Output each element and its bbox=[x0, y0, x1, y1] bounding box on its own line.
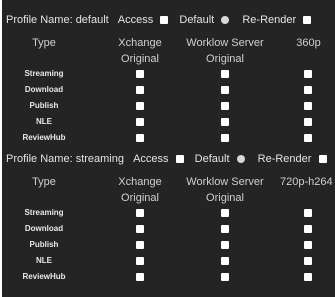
row-label-download: Download bbox=[24, 85, 64, 94]
column-header-worklow-server: Worklow Server bbox=[186, 37, 264, 49]
row-label-nle: NLE bbox=[36, 117, 52, 126]
default-label: Default bbox=[194, 153, 230, 165]
checkbox-download-xchange[interactable] bbox=[136, 225, 144, 233]
checkbox-publish-worklow[interactable] bbox=[221, 102, 229, 110]
default-radio[interactable] bbox=[221, 16, 230, 24]
row-label-nle: NLE bbox=[36, 256, 52, 265]
checkbox-download-resolution[interactable] bbox=[304, 86, 312, 94]
profile-name-label: Profile Name: streaming bbox=[6, 153, 124, 165]
row-label-publish: Publish bbox=[29, 101, 59, 110]
checkbox-publish-resolution[interactable] bbox=[304, 102, 312, 110]
default-radio[interactable] bbox=[236, 155, 245, 163]
checkbox-nle-resolution[interactable] bbox=[304, 118, 312, 126]
column-header-resolution: 720p-h264 bbox=[280, 176, 333, 188]
access-checkbox[interactable] bbox=[175, 155, 184, 163]
access-checkbox[interactable] bbox=[160, 16, 169, 24]
row-label-download: Download bbox=[24, 224, 64, 233]
column-subheader-worklow-server: Original bbox=[206, 192, 244, 204]
checkbox-download-xchange[interactable] bbox=[136, 86, 144, 94]
checkbox-reviewhub-resolution[interactable] bbox=[304, 134, 312, 142]
profile-header-streaming: Profile Name: streaming Access Default R… bbox=[6, 151, 335, 167]
checkbox-streaming-xchange[interactable] bbox=[136, 70, 144, 78]
rerender-label: Re-Render bbox=[242, 14, 297, 26]
checkbox-publish-resolution[interactable] bbox=[304, 241, 312, 249]
checkbox-nle-worklow[interactable] bbox=[221, 118, 229, 126]
rerender-checkbox[interactable] bbox=[303, 16, 312, 24]
checkbox-streaming-resolution[interactable] bbox=[304, 70, 312, 78]
checkbox-streaming-xchange[interactable] bbox=[136, 209, 144, 217]
profiles-panel: Profile Name: default Access Default Re-… bbox=[2, 0, 335, 297]
checkbox-streaming-worklow[interactable] bbox=[221, 209, 229, 217]
checkbox-nle-xchange[interactable] bbox=[136, 257, 144, 265]
column-subheader-xchange: Original bbox=[121, 192, 159, 204]
column-header-type: Type bbox=[32, 176, 56, 188]
checkbox-download-worklow[interactable] bbox=[221, 86, 229, 94]
checkbox-nle-worklow[interactable] bbox=[221, 257, 229, 265]
checkbox-reviewhub-worklow[interactable] bbox=[221, 134, 229, 142]
row-label-streaming: Streaming bbox=[24, 208, 64, 217]
checkbox-reviewhub-xchange[interactable] bbox=[136, 134, 144, 142]
column-header-xchange: Xchange bbox=[118, 176, 162, 188]
row-label-streaming: Streaming bbox=[24, 69, 64, 78]
checkbox-reviewhub-worklow[interactable] bbox=[221, 273, 229, 281]
access-label: Access bbox=[117, 14, 154, 26]
row-label-reviewhub: ReviewHub bbox=[22, 133, 66, 142]
row-label-reviewhub: ReviewHub bbox=[22, 272, 66, 281]
column-header-worklow-server: Worklow Server bbox=[186, 176, 264, 188]
access-label: Access bbox=[133, 153, 169, 165]
rerender-checkbox[interactable] bbox=[318, 155, 327, 163]
checkbox-download-worklow[interactable] bbox=[221, 225, 229, 233]
column-header-xchange: Xchange bbox=[118, 37, 162, 49]
checkbox-publish-worklow[interactable] bbox=[221, 241, 229, 249]
checkbox-publish-xchange[interactable] bbox=[136, 102, 144, 110]
column-header-type: Type bbox=[32, 37, 56, 49]
column-subheader-xchange: Original bbox=[121, 53, 159, 65]
rerender-label: Re-Render bbox=[257, 153, 312, 165]
column-header-resolution: 360p bbox=[296, 37, 321, 49]
checkbox-nle-resolution[interactable] bbox=[304, 257, 312, 265]
checkbox-streaming-worklow[interactable] bbox=[221, 70, 229, 78]
profile-header-default: Profile Name: default Access Default Re-… bbox=[6, 12, 335, 28]
checkbox-download-resolution[interactable] bbox=[304, 225, 312, 233]
checkbox-reviewhub-resolution[interactable] bbox=[304, 273, 312, 281]
checkbox-nle-xchange[interactable] bbox=[136, 118, 144, 126]
profile-name-label: Profile Name: default bbox=[6, 14, 109, 26]
default-label: Default bbox=[179, 14, 215, 26]
checkbox-reviewhub-xchange[interactable] bbox=[136, 273, 144, 281]
column-subheader-worklow-server: Original bbox=[206, 53, 244, 65]
checkbox-streaming-resolution[interactable] bbox=[304, 209, 312, 217]
row-label-publish: Publish bbox=[29, 240, 59, 249]
checkbox-publish-xchange[interactable] bbox=[136, 241, 144, 249]
